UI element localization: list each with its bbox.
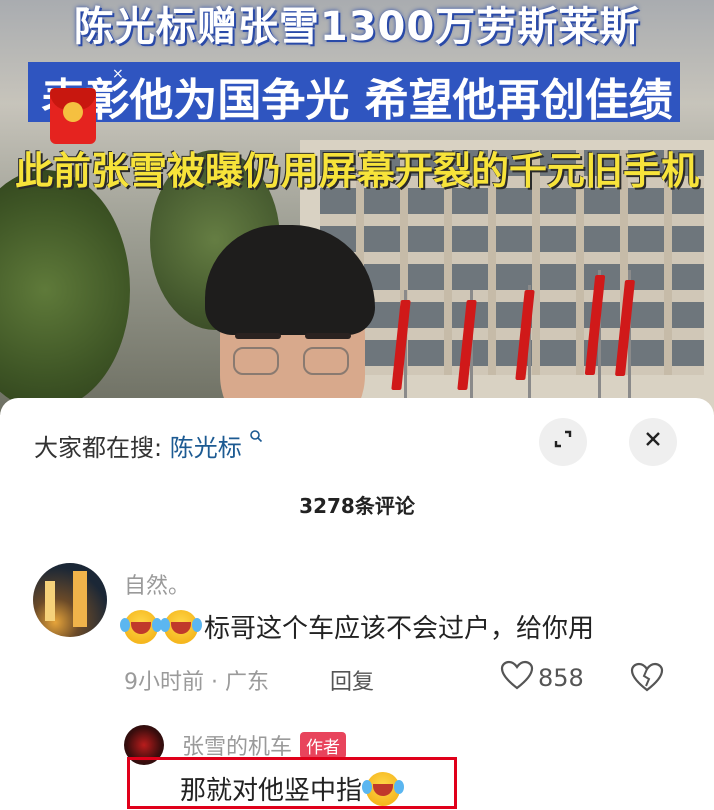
search-icon[interactable] [249, 428, 263, 447]
laughing-crying-emoji-icon [362, 771, 401, 806]
trending-search-term[interactable]: 陈光标 [170, 434, 242, 462]
close-icon [643, 429, 663, 455]
expand-icon [552, 428, 574, 456]
comment-username[interactable]: 自然。 [124, 568, 190, 600]
red-packet-close-icon[interactable]: × [112, 66, 124, 82]
trending-search-prefix: 大家都在搜: [34, 434, 163, 462]
laughing-crying-emoji-icon [160, 609, 198, 644]
author-badge: 作者 [300, 731, 347, 759]
comment-text-content: 标哥这个车应该不会过户，给你用 [204, 614, 595, 644]
comment-count: 3278条评论 [299, 494, 415, 518]
reply-button[interactable]: 回复 [330, 664, 374, 696]
expand-button[interactable] [539, 418, 587, 466]
close-button[interactable] [629, 418, 677, 466]
heart-icon [500, 660, 534, 696]
comment-text: 标哥这个车应该不会过户，给你用 [120, 608, 595, 645]
like-count: 858 [538, 664, 584, 692]
reply-text-content: 那就对他竖中指 [180, 776, 363, 806]
laughing-crying-emoji-icon [120, 609, 158, 644]
reply-text: 那就对他竖中指 [180, 770, 401, 807]
video-title-line1: 陈光标赠张雪1300万劳斯莱斯 [73, 4, 641, 50]
like-button[interactable]: 858 [500, 660, 584, 696]
avatar[interactable] [33, 563, 107, 637]
video-person [185, 215, 395, 415]
broken-heart-icon [630, 662, 664, 696]
red-packet-icon[interactable] [46, 82, 100, 146]
trending-search[interactable]: 大家都在搜: 陈光标 [34, 428, 263, 463]
video-title-line3: 此前张雪被曝仍用屏幕开裂的千元旧手机 [14, 149, 699, 193]
comment-time-location: 9小时前 · 广东 [124, 670, 269, 695]
video-title-line2: 表彰他为国争光 希望他再创佳绩 [41, 75, 673, 126]
dislike-button[interactable] [630, 662, 664, 696]
comment-panel: 大家都在搜: 陈光标 3278条评论 自然。 标哥这个车应该不会过户，给你用 9… [0, 398, 714, 810]
video-frame[interactable]: 陈光标赠张雪1300万劳斯莱斯 表彰他为国争光 希望他再创佳绩 此前张雪被曝仍用… [0, 0, 714, 415]
background-tree [0, 170, 130, 410]
